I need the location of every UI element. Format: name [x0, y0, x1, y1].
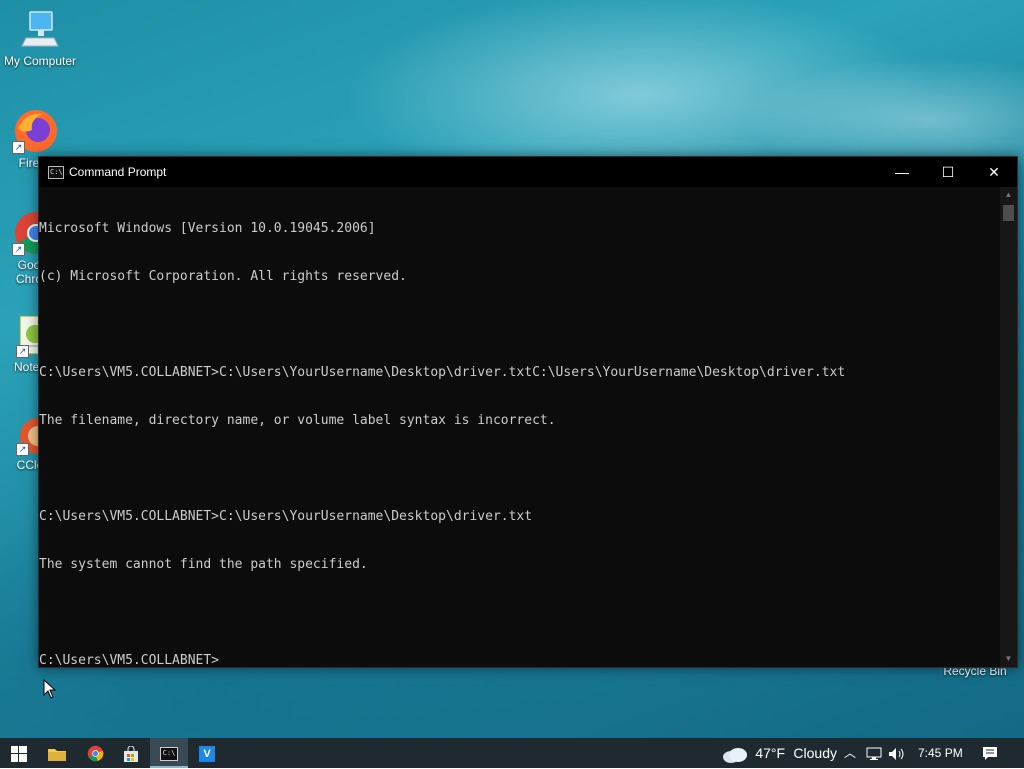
- scroll-down-arrow-icon[interactable]: ▼: [1000, 651, 1017, 667]
- weather-description: Cloudy: [793, 745, 838, 761]
- folder-icon: [48, 748, 66, 761]
- weather-temperature: 47°F: [755, 745, 786, 761]
- console-line: The filename, directory name, or volume …: [39, 413, 556, 428]
- taskbar-store[interactable]: [112, 738, 150, 768]
- desktop-icon-label: My Computer: [3, 54, 77, 68]
- scrollbar-thumb[interactable]: [1003, 205, 1014, 221]
- notifications-icon[interactable]: [982, 738, 1002, 768]
- computer-icon: [18, 8, 62, 52]
- shortcut-arrow-icon: ↗: [16, 443, 29, 456]
- console-output[interactable]: Microsoft Windows [Version 10.0.19045.20…: [39, 189, 999, 667]
- weather-widget[interactable]: 47°F Cloudy: [722, 738, 842, 768]
- vscode-icon: V: [199, 745, 215, 762]
- close-button[interactable]: ✕: [971, 157, 1017, 187]
- volume-icon[interactable]: [888, 738, 908, 768]
- console-line: C:\Users\VM5.COLLABNET>C:\Users\YourUser…: [39, 509, 533, 524]
- show-hidden-icons-chevron-icon[interactable]: ︿: [843, 738, 857, 768]
- vertical-scrollbar[interactable]: ▲ ▼: [1000, 187, 1017, 667]
- desktop-icon-my-computer[interactable]: My Computer: [0, 8, 80, 68]
- start-button[interactable]: [0, 738, 38, 768]
- windows-logo-icon: [11, 745, 27, 762]
- console-line: Microsoft Windows [Version 10.0.19045.20…: [39, 221, 376, 236]
- clock[interactable]: 7:45 PM: [918, 738, 968, 768]
- taskbar-chrome[interactable]: [76, 738, 114, 768]
- taskbar-command-prompt[interactable]: C:\: [150, 738, 188, 768]
- taskbar: C:\ V 47°F Cloudy ︿ 7:45 PM: [0, 738, 1024, 768]
- cloud-icon: [723, 747, 747, 763]
- console-prompt-line[interactable]: C:\Users\VM5.COLLABNET>: [39, 653, 999, 667]
- maximize-button[interactable]: ☐: [925, 157, 971, 187]
- mouse-cursor-icon: [43, 678, 57, 704]
- window-title: Command Prompt: [69, 165, 167, 179]
- console-line: C:\Users\VM5.COLLABNET>C:\Users\YourUser…: [39, 365, 846, 380]
- chrome-icon: [87, 746, 103, 762]
- shortcut-arrow-icon: ↗: [12, 141, 25, 154]
- cmd-app-icon: C:\: [48, 166, 64, 179]
- taskbar-file-explorer[interactable]: [38, 738, 76, 768]
- network-icon[interactable]: [866, 738, 884, 768]
- cmd-app-icon: C:\: [160, 746, 178, 761]
- command-prompt-window[interactable]: C:\ Command Prompt — ☐ ✕ Microsoft Windo…: [38, 156, 1018, 668]
- title-bar[interactable]: C:\ Command Prompt — ☐ ✕: [39, 157, 1017, 187]
- taskbar-visual-studio-code[interactable]: V: [188, 738, 226, 768]
- console-line: The system cannot find the path specifie…: [39, 557, 368, 572]
- console-line: (c) Microsoft Corporation. All rights re…: [39, 269, 407, 284]
- minimize-button[interactable]: —: [879, 157, 925, 187]
- desktop: My Computer ↗ Fire ↗ Goo Chro ↗ Notep ↗ …: [0, 0, 1024, 738]
- shortcut-arrow-icon: ↗: [12, 243, 25, 256]
- firefox-icon: ↗: [12, 108, 58, 154]
- shortcut-arrow-icon: ↗: [16, 345, 29, 358]
- scroll-up-arrow-icon[interactable]: ▲: [1000, 187, 1017, 203]
- store-bag-icon: [124, 745, 138, 762]
